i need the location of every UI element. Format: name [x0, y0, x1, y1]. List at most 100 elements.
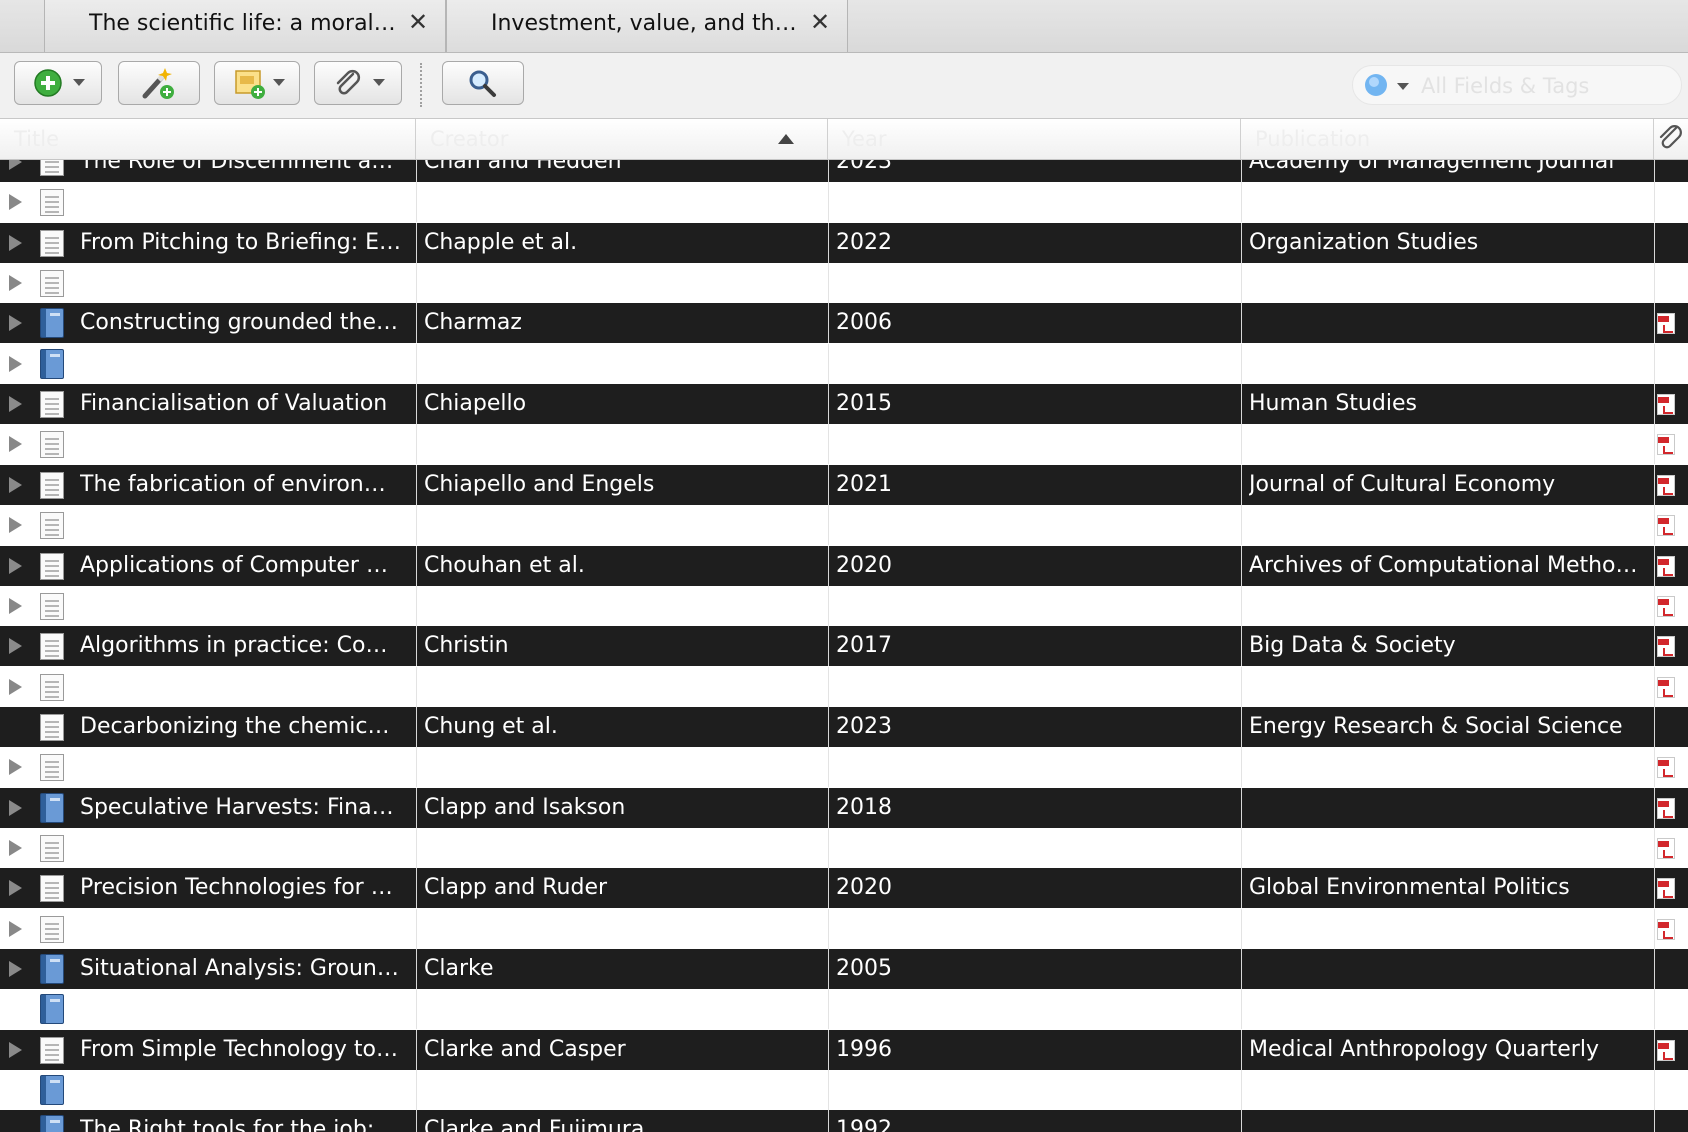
expand-triangle-icon[interactable]	[9, 396, 22, 413]
expand-triangle-icon[interactable]	[9, 880, 22, 897]
expand-triangle-icon[interactable]	[9, 839, 22, 856]
table-row[interactable]	[0, 424, 1688, 465]
document-icon	[40, 189, 64, 217]
column-divider	[1241, 182, 1242, 223]
table-row[interactable]	[0, 1070, 1688, 1111]
expand-triangle-icon[interactable]	[9, 920, 22, 937]
table-row[interactable]	[0, 747, 1688, 788]
column-header-title[interactable]: Title	[0, 119, 416, 159]
tab-item[interactable]: Investment, value, and the … ✕	[446, 0, 848, 52]
pdf-attachment-icon[interactable]	[1657, 918, 1675, 940]
table-row[interactable]: Algorithms in practice: Com… Christin 2017…	[0, 626, 1688, 667]
column-divider	[1241, 787, 1242, 828]
column-header-creator[interactable]: Creator	[416, 119, 828, 159]
chevron-down-icon	[373, 79, 385, 86]
pdf-attachment-icon[interactable]	[1657, 797, 1675, 819]
advanced-search-button[interactable]	[442, 61, 524, 105]
column-divider	[416, 545, 417, 586]
search-box[interactable]	[1352, 65, 1682, 105]
expand-triangle-icon[interactable]	[9, 275, 22, 292]
expand-triangle-icon[interactable]	[9, 678, 22, 695]
expand-triangle-icon[interactable]	[9, 961, 22, 977]
table-row[interactable]	[0, 505, 1688, 546]
pdf-attachment-icon[interactable]	[1657, 474, 1675, 496]
column-header-year[interactable]: Year	[828, 119, 1241, 159]
table-row[interactable]: Situational Analysis: Groun… Clarke 2005	[0, 949, 1688, 989]
pdf-attachment-icon[interactable]	[1657, 837, 1675, 859]
pdf-attachment-icon[interactable]	[1657, 394, 1675, 416]
table-row[interactable]	[0, 908, 1688, 949]
table-row[interactable]: From Pitching to Briefing: E… Chapple et …	[0, 222, 1688, 263]
table-row[interactable]	[0, 666, 1688, 707]
table-row[interactable]: The fabrication of environm… Chiapello an…	[0, 464, 1688, 505]
expand-triangle-icon[interactable]	[9, 638, 22, 655]
table-row[interactable]	[0, 263, 1688, 304]
column-divider	[1654, 303, 1655, 344]
note-add-icon	[235, 70, 265, 99]
pdf-attachment-icon[interactable]	[1657, 434, 1675, 456]
magnifier-icon	[469, 70, 496, 97]
column-divider	[828, 160, 829, 182]
document-icon	[40, 431, 64, 459]
expand-triangle-icon[interactable]	[9, 315, 22, 332]
table-row[interactable]: Constructing grounded the… Charmaz 2006	[0, 303, 1688, 344]
pdf-attachment-icon[interactable]	[1657, 313, 1675, 335]
table-row[interactable]: From Simple Technology to … Clarke and Ca…	[0, 1029, 1688, 1070]
expand-triangle-icon[interactable]	[9, 234, 22, 251]
close-icon[interactable]: ✕	[807, 9, 833, 35]
pdf-attachment-icon[interactable]	[1657, 1039, 1675, 1061]
creator-cell	[424, 263, 820, 303]
add-attachment-button[interactable]	[314, 61, 402, 105]
pdf-attachment-icon[interactable]	[1657, 555, 1675, 577]
table-row[interactable]	[0, 182, 1688, 223]
expand-triangle-icon[interactable]	[9, 436, 22, 453]
expand-triangle-icon[interactable]	[9, 1041, 22, 1058]
table-row[interactable]: The Right tools for the job: … Clarke and…	[0, 1110, 1688, 1132]
column-divider	[416, 949, 417, 989]
tab-item[interactable]: The scientific life: a moral … ✕	[44, 0, 446, 52]
expand-triangle-icon[interactable]	[9, 557, 22, 574]
document-icon	[40, 834, 64, 862]
expand-triangle-icon[interactable]	[9, 355, 22, 372]
new-note-button[interactable]	[214, 61, 300, 105]
column-header-attachments[interactable]	[1654, 119, 1688, 159]
column-divider	[1241, 908, 1242, 949]
table-row[interactable]: The Role of Discernment an… Chan and Hedd…	[0, 160, 1688, 182]
table-row[interactable]	[0, 343, 1688, 384]
add-by-identifier-button[interactable]	[118, 61, 200, 105]
pdf-attachment-icon[interactable]	[1657, 636, 1675, 658]
expand-triangle-icon[interactable]	[9, 476, 22, 493]
expand-triangle-icon[interactable]	[9, 759, 22, 776]
search-input[interactable]	[1419, 72, 1673, 100]
column-header-publication[interactable]: Publication	[1241, 119, 1654, 159]
search-icon[interactable]	[1361, 68, 1411, 102]
pdf-attachment-icon[interactable]	[1657, 878, 1675, 900]
expand-triangle-icon[interactable]	[9, 194, 22, 211]
column-divider	[1241, 303, 1242, 344]
title-cell: The Right tools for the job: …	[80, 1117, 402, 1132]
expand-triangle-icon[interactable]	[9, 160, 22, 170]
table-row[interactable]	[0, 585, 1688, 626]
pdf-attachment-icon[interactable]	[1657, 595, 1675, 617]
table-row[interactable]	[0, 989, 1688, 1030]
table-row[interactable]: Financialisation of Valuation Chiapello 20…	[0, 384, 1688, 425]
pdf-attachment-icon[interactable]	[1657, 757, 1675, 779]
title-cell: From Simple Technology to …	[80, 1036, 402, 1062]
expand-triangle-icon[interactable]	[9, 799, 22, 816]
pdf-attachment-icon[interactable]	[1657, 676, 1675, 698]
column-divider	[416, 989, 417, 1030]
table-row[interactable]	[0, 827, 1688, 868]
column-divider	[1241, 1110, 1242, 1132]
table-row[interactable]: Applications of Computer V… Chouhan et al…	[0, 545, 1688, 586]
creator-cell	[424, 1070, 820, 1110]
table-row[interactable]: Decarbonizing the chemical… Chung et al. 2…	[0, 706, 1688, 747]
column-divider	[1654, 160, 1655, 182]
pdf-attachment-icon[interactable]	[1657, 515, 1675, 537]
table-row[interactable]: Speculative Harvests: Finan… Clapp and Is…	[0, 787, 1688, 828]
close-icon[interactable]: ✕	[405, 9, 431, 35]
expand-triangle-icon[interactable]	[9, 517, 22, 534]
column-divider	[1654, 585, 1655, 626]
expand-triangle-icon[interactable]	[9, 597, 22, 614]
table-row[interactable]: Precision Technologies for … Clapp and Ru…	[0, 868, 1688, 909]
new-item-button[interactable]	[14, 61, 102, 105]
